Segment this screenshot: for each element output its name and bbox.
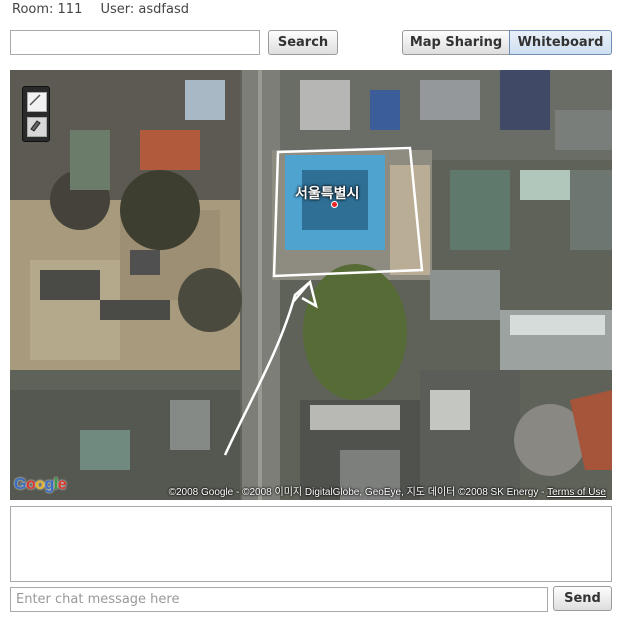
send-button[interactable]: Send [553, 586, 612, 611]
room-label: Room: 111 [12, 2, 83, 17]
map-attribution: ©2008 Google - ©2008 이미지 DigitalGlobe, G… [169, 483, 606, 498]
search-input[interactable] [10, 30, 260, 55]
satellite-map[interactable]: 서울특별시 Google ©2008 Google - ©2008 이미지 Di… [10, 70, 612, 500]
chat-log [10, 506, 612, 582]
satellite-imagery [10, 70, 612, 500]
terms-of-use-link[interactable]: Terms of Use [547, 487, 606, 498]
tab-whiteboard[interactable]: Whiteboard [509, 30, 612, 55]
map-place-label: 서울특별시 [295, 186, 360, 202]
attribution-text: ©2008 Google - ©2008 이미지 DigitalGlobe, G… [168, 487, 545, 498]
chat-message-input[interactable] [10, 587, 548, 612]
pen-icon[interactable] [27, 92, 47, 112]
eraser-icon[interactable] [27, 117, 47, 137]
tab-map-sharing[interactable]: Map Sharing [402, 30, 510, 55]
drawing-toolbar [22, 86, 50, 142]
session-info: Room: 111 User: asdfasd [12, 2, 203, 17]
user-label: User: asdfasd [100, 2, 189, 17]
search-button[interactable]: Search [268, 30, 338, 55]
map-marker-icon[interactable] [331, 201, 338, 208]
google-logo: Google [14, 476, 67, 493]
